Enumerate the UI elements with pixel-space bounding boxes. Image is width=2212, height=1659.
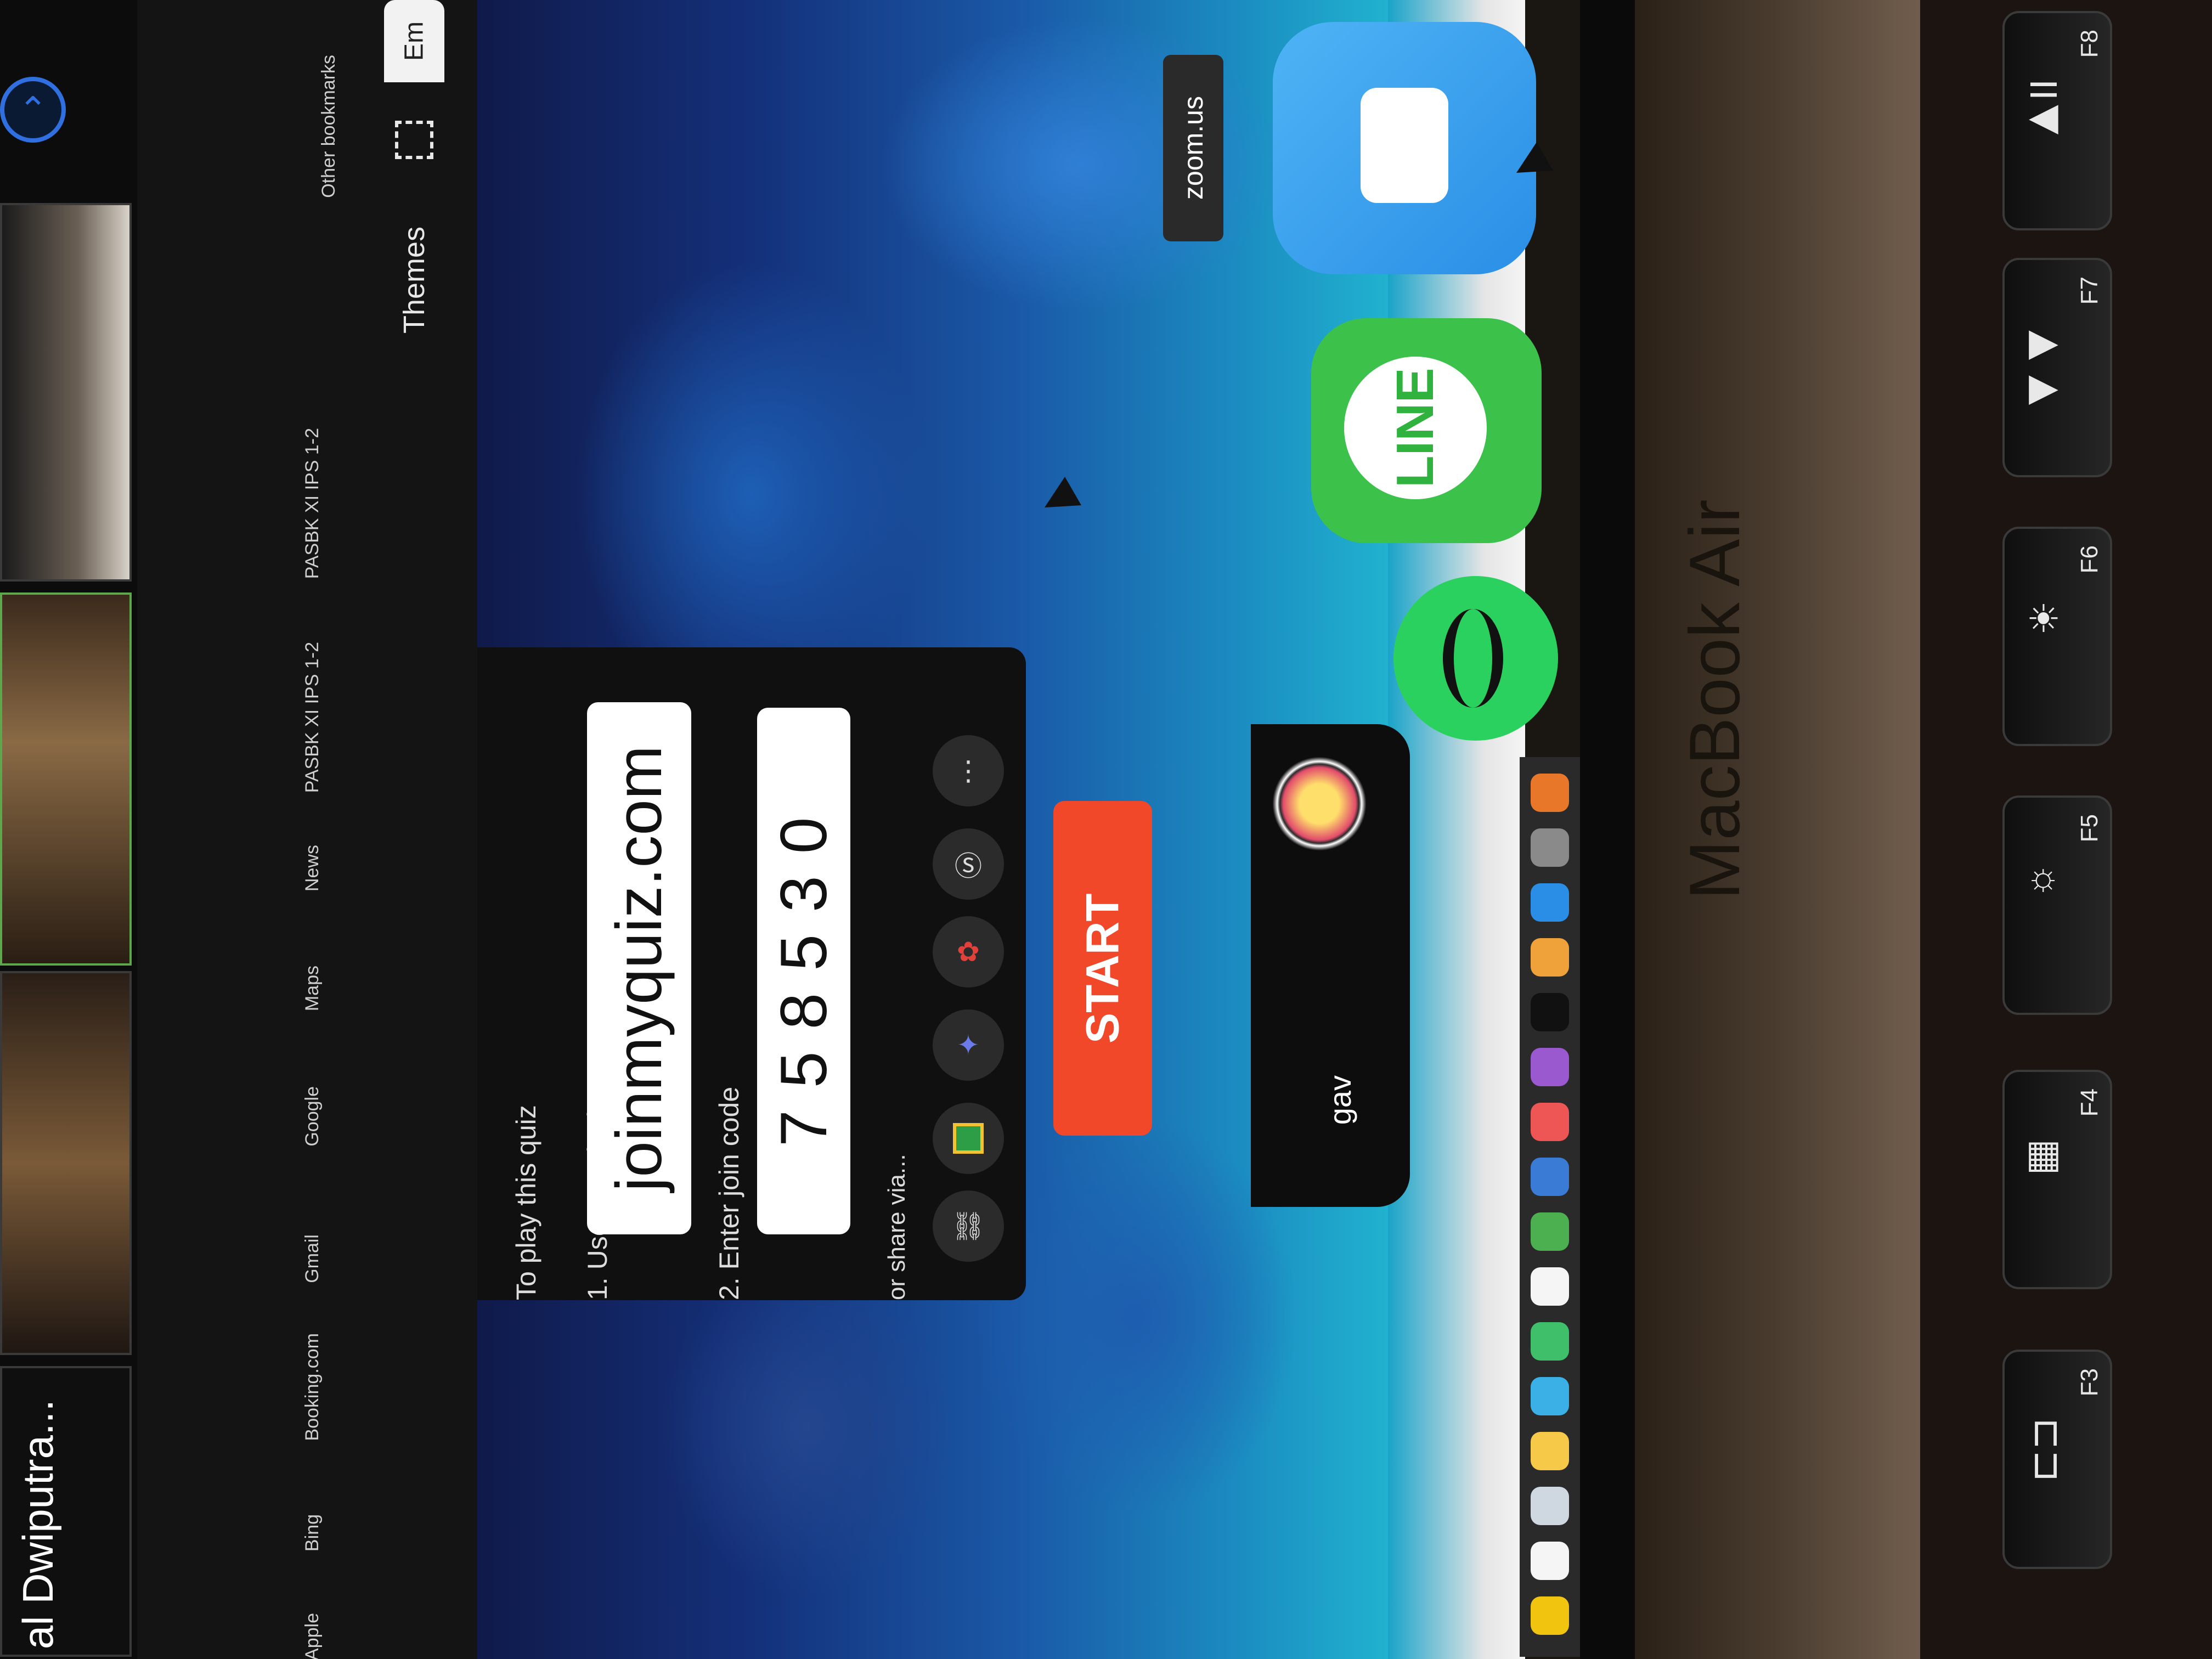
maps-icon[interactable] — [1531, 1322, 1569, 1361]
photo-scene: ⌃ al Dwiputra... Other bookmarks PASBK X… — [0, 0, 2212, 1659]
brightness-up-icon: ☀ — [2022, 595, 2065, 640]
video-tile[interactable]: al Dwiputra... — [0, 1366, 132, 1657]
skype-icon[interactable]: Ⓢ — [933, 828, 1004, 900]
key-label: F3 — [2076, 1368, 2103, 1397]
dock-tooltip: zoom.us — [1163, 55, 1223, 241]
profile-button[interactable]: Em — [384, 0, 444, 82]
bookmark-pasbk-2[interactable]: PASBK XI IPS 1-2 — [302, 642, 323, 793]
key-f7[interactable]: ◀◀ F7 — [2002, 258, 2112, 477]
settings-icon[interactable] — [1531, 828, 1569, 867]
launchpad-icon: ▦ — [2022, 1138, 2065, 1183]
photos-icon[interactable] — [1531, 1432, 1569, 1470]
video-tile[interactable] — [0, 203, 132, 582]
bookmark-booking[interactable]: Booking.com — [302, 1333, 323, 1441]
host-panel: gav — [1251, 724, 1410, 1207]
podcasts-icon[interactable] — [1531, 1048, 1569, 1086]
camera-icon — [1361, 88, 1448, 203]
bookmark-maps[interactable]: Maps — [302, 966, 323, 1011]
google-classroom-icon[interactable] — [933, 1103, 1004, 1174]
brightness-down-icon: ☼ — [2022, 864, 2064, 906]
host-name: gav — [1323, 1075, 1357, 1125]
app-store-icon[interactable] — [1531, 883, 1569, 922]
key-label: F7 — [2076, 276, 2103, 305]
mail-icon[interactable] — [1531, 1487, 1569, 1525]
music-icon[interactable] — [1531, 1103, 1569, 1141]
keynote-icon[interactable] — [1531, 1158, 1569, 1196]
key-f4[interactable]: ▦ F4 — [2002, 1070, 2112, 1289]
notes-icon[interactable] — [1531, 1596, 1569, 1635]
video-participant-strip: ⌃ al Dwiputra... — [0, 0, 137, 1659]
numbers-icon[interactable] — [1531, 1212, 1569, 1251]
bookmark-pasbk-1[interactable]: PASBK XI IPS 1-2 — [302, 428, 323, 579]
bookmark-apple[interactable]: Apple — [302, 1613, 323, 1659]
calendar-icon[interactable] — [1531, 1542, 1569, 1580]
key-f8[interactable]: ▶II F8 — [2002, 11, 2112, 230]
link-icon[interactable]: ⛓ — [933, 1190, 1004, 1262]
chevron-up-icon[interactable]: ⌃ — [0, 77, 66, 143]
video-tile-active[interactable] — [0, 592, 132, 966]
zoom-app-icon[interactable] — [1273, 22, 1536, 274]
play-pause-icon: ▶II — [2022, 79, 2065, 145]
bookmark-news[interactable]: News — [302, 845, 323, 891]
participant-name: al Dwiputra... — [14, 1399, 62, 1649]
key-f3[interactable]: ⊏⊐ F3 — [2002, 1350, 2112, 1569]
key-label: F6 — [2076, 545, 2103, 574]
pages-icon[interactable] — [1531, 1267, 1569, 1306]
more-icon[interactable]: ⋮ — [933, 735, 1004, 806]
bookmark-bing[interactable]: Bing — [302, 1514, 323, 1551]
key-label: F8 — [2076, 30, 2103, 58]
share-label: or share via... — [883, 1154, 910, 1300]
join-panel: To play this quiz 1. Use any device to o… — [477, 647, 1026, 1300]
bookmark-other[interactable]: Other bookmarks — [318, 55, 340, 198]
line-label: LINE — [1344, 357, 1487, 499]
dock — [1520, 757, 1580, 1657]
key-label: F5 — [2076, 814, 2103, 843]
books-icon[interactable] — [1531, 938, 1569, 977]
key-f6[interactable]: ☀ F6 — [2002, 527, 2112, 746]
bookmark-google[interactable]: Google — [302, 1086, 323, 1147]
keyboard: ▶II F8 ◀◀ F7 ☀ F6 ☼ F5 ▦ F4 ⊏⊐ F3 — [1920, 0, 2212, 1659]
rewind-icon: ◀◀ — [2022, 326, 2065, 416]
video-tile[interactable] — [0, 971, 132, 1355]
teams-icon[interactable]: ✦ — [933, 1009, 1004, 1081]
line-app-icon[interactable]: LINE — [1311, 318, 1542, 543]
flower-icon[interactable]: ✿ — [933, 916, 1004, 988]
fullscreen-icon[interactable] — [395, 121, 433, 159]
key-f5[interactable]: ☼ F5 — [2002, 795, 2112, 1015]
step2-label: 2. Enter join code — [714, 1086, 744, 1300]
safari-icon[interactable] — [1531, 1377, 1569, 1415]
laptop-model-label: MacBook Air — [1674, 499, 1754, 900]
key-label: F4 — [2076, 1088, 2103, 1117]
spotify-wave-icon — [1443, 609, 1503, 708]
screen-bezel — [1580, 0, 1635, 1659]
bookmark-gmail[interactable]: Gmail — [302, 1234, 323, 1283]
mission-control-icon: ⊏⊐ — [2022, 1418, 2065, 1482]
spotify-app-icon[interactable] — [1393, 576, 1558, 741]
start-button[interactable]: START — [1053, 801, 1152, 1136]
join-url[interactable]: joinmyquiz.com — [587, 702, 691, 1234]
join-panel-title: To play this quiz — [511, 1105, 541, 1300]
firefox-icon[interactable] — [1531, 774, 1569, 812]
avatar — [1273, 757, 1366, 850]
themes-button[interactable]: Themes — [384, 198, 444, 362]
join-code[interactable]: 758530 — [757, 708, 850, 1234]
tv-icon[interactable] — [1531, 993, 1569, 1031]
